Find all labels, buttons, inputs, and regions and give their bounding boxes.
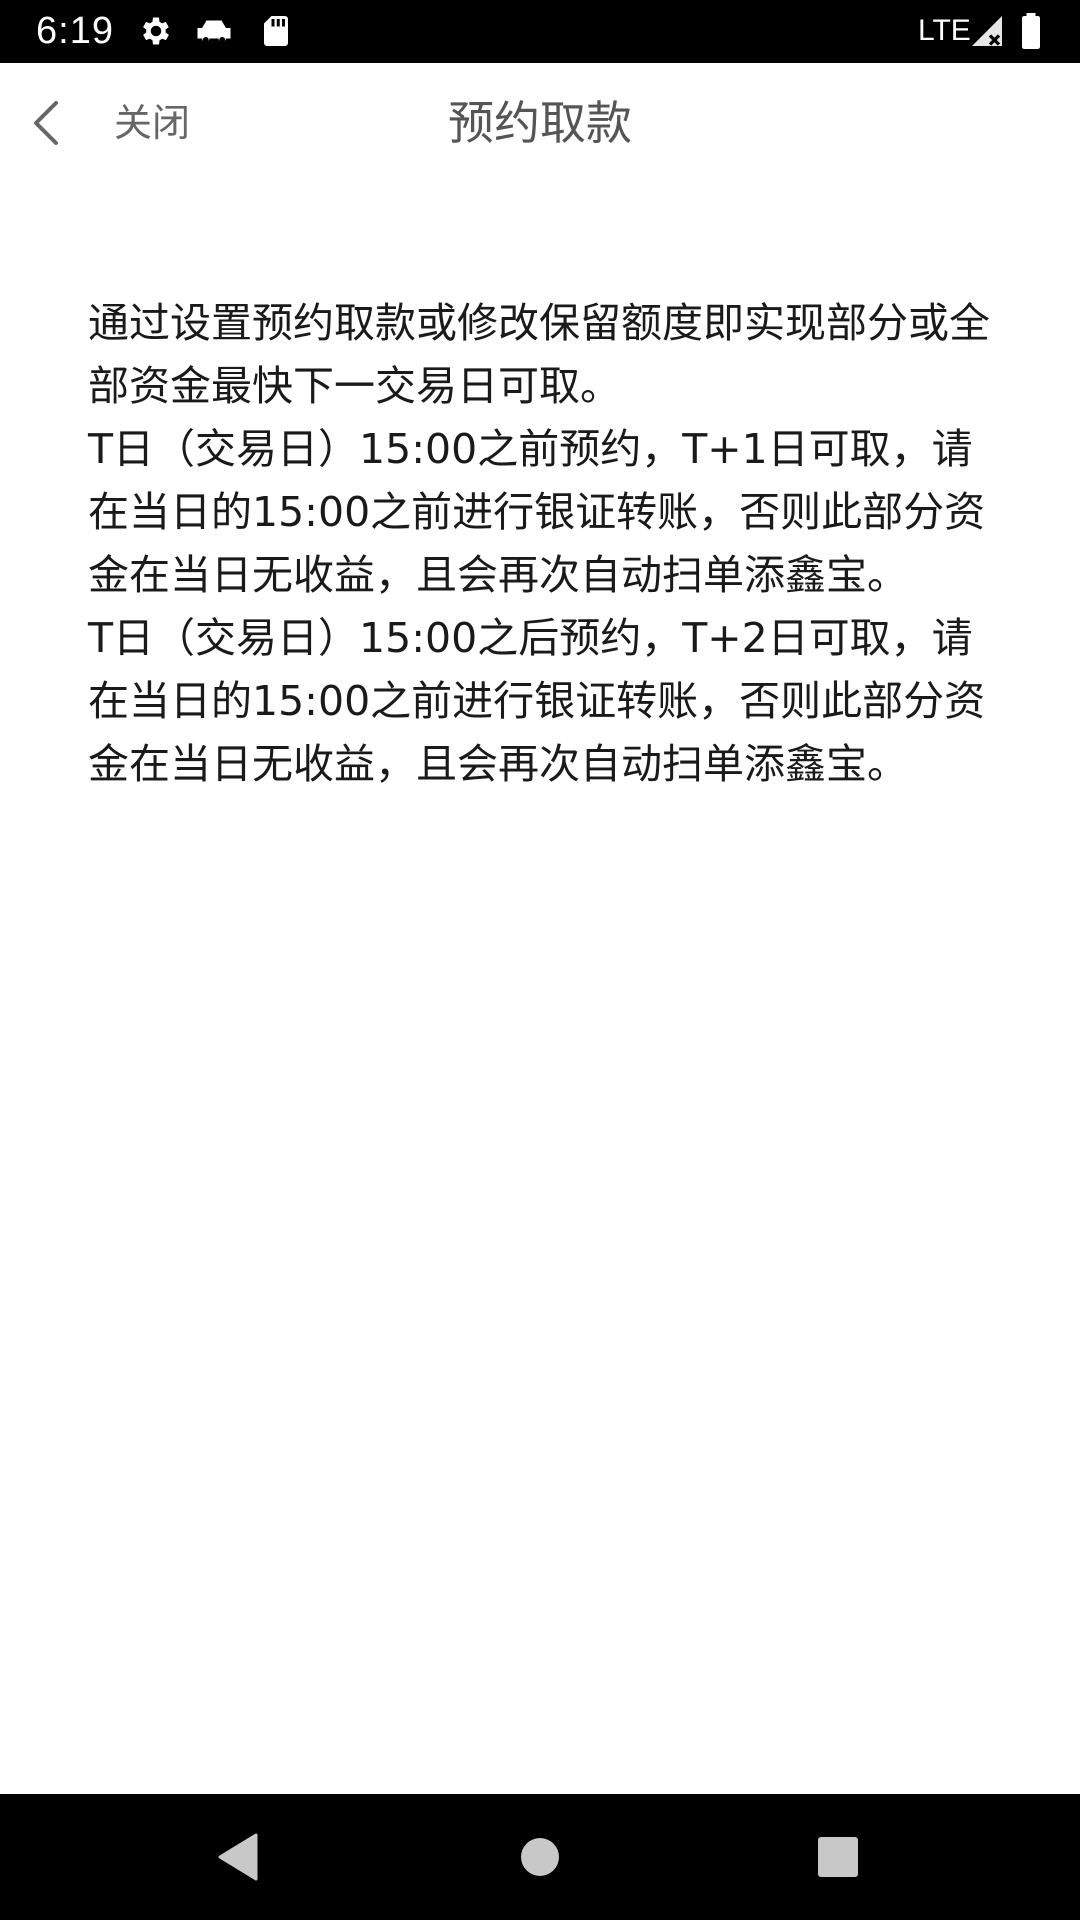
close-button[interactable]: 关闭 — [114, 91, 190, 155]
nav-recents-icon — [818, 1837, 858, 1877]
settings-icon — [143, 17, 169, 45]
chevron-left-icon — [34, 101, 58, 145]
title-bar: 关闭 预约取款 — [0, 63, 1080, 183]
status-bar: 6:19 LTE — [0, 0, 1080, 63]
cloud-sync-icon — [197, 20, 231, 43]
nav-back-button[interactable] — [208, 1827, 268, 1887]
back-button[interactable] — [22, 93, 78, 153]
notice-content: 通过设置预约取款或修改保留额度即实现部分或全部资金最快下一交易日可取。 T日（交… — [88, 292, 1008, 796]
nav-back-icon — [218, 1833, 258, 1881]
navigation-bar — [0, 1794, 1080, 1920]
notice-paragraph: T日（交易日）15:00之后预约，T+2日可取，请在当日的15:00之前进行银证… — [88, 614, 986, 788]
notice-paragraph: T日（交易日）15:00之前预约，T+1日可取，请在当日的15:00之前进行银证… — [88, 425, 986, 599]
signal-icon — [972, 16, 1002, 46]
screen: 6:19 LTE 关闭 预约取款 通过设置预约取款或修改保留额度即实现部分或全部… — [0, 0, 1080, 1920]
sd-card-icon — [264, 16, 288, 46]
notice-paragraph: 通过设置预约取款或修改保留额度即实现部分或全部资金最快下一交易日可取。 — [88, 299, 990, 410]
battery-icon — [1022, 13, 1040, 49]
nav-home-icon — [521, 1838, 559, 1876]
nav-recents-button[interactable] — [808, 1827, 868, 1887]
nav-home-button[interactable] — [510, 1827, 570, 1887]
network-type-label: LTE — [918, 14, 971, 47]
status-time: 6:19 — [36, 10, 114, 52]
